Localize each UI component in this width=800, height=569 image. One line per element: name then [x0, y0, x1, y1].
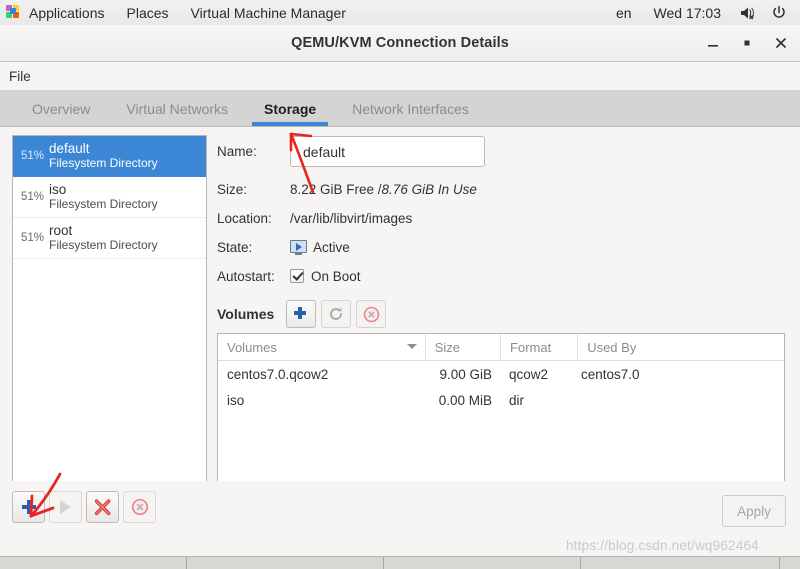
- cell-volume-used-by: centos7.0: [581, 366, 640, 382]
- size-inuse-text: 8.76 GiB In Use: [381, 181, 477, 197]
- size-free-text: 8.22 GiB Free /: [290, 181, 382, 197]
- add-pool-button[interactable]: [12, 491, 45, 523]
- plus-icon: [294, 307, 308, 321]
- state-label: State:: [217, 239, 253, 255]
- name-label: Name:: [217, 144, 257, 159]
- power-icon[interactable]: [764, 0, 794, 25]
- location-value: /var/lib/libvirt/images: [290, 210, 413, 226]
- plus-icon: [21, 500, 36, 514]
- delete-volume-button[interactable]: [356, 300, 387, 328]
- cell-volume-size: 0.00 MiB: [438, 392, 492, 408]
- delete-circle-icon: [363, 306, 380, 322]
- pool-list-item-default[interactable]: 51% default Filesystem Directory: [13, 136, 206, 177]
- desktop-taskbar: [0, 556, 800, 569]
- window-titlebar: QEMU/KVM Connection Details: [0, 25, 800, 62]
- start-pool-button[interactable]: [49, 491, 82, 523]
- menu-applications[interactable]: Applications: [18, 0, 116, 25]
- taskbar-segment[interactable]: [187, 557, 384, 569]
- autostart-value: On Boot: [311, 268, 361, 284]
- gnome-applications-icon[interactable]: [6, 4, 22, 21]
- pool-usage-percent: 51%: [21, 150, 45, 162]
- refresh-icon: [330, 307, 343, 320]
- stop-pool-button[interactable]: [86, 491, 119, 523]
- cell-volume-name: iso: [227, 392, 245, 408]
- tab-overview[interactable]: Overview: [14, 91, 108, 126]
- monitor-active-icon: [290, 239, 307, 255]
- pool-list-item-iso[interactable]: 51% iso Filesystem Directory: [13, 177, 206, 218]
- table-row[interactable]: iso 0.00 MiB dir: [218, 387, 784, 413]
- column-header-volumes[interactable]: Volumes: [218, 334, 426, 360]
- column-header-used-by[interactable]: Used By: [578, 334, 784, 360]
- pool-type: Filesystem Directory: [49, 237, 158, 252]
- pool-list-item-root[interactable]: 51% root Filesystem Directory: [13, 218, 206, 259]
- window-controls: [704, 25, 790, 61]
- sort-descending-icon: [406, 344, 417, 349]
- minimize-icon[interactable]: [704, 34, 722, 52]
- tab-storage[interactable]: Storage: [246, 91, 334, 126]
- delete-circle-icon: [131, 498, 148, 516]
- autostart-checkbox[interactable]: [290, 269, 304, 283]
- pool-name: root: [49, 223, 73, 239]
- state-row: State: Active: [217, 237, 787, 257]
- cell-volume-format: qcow2: [509, 366, 549, 382]
- close-icon[interactable]: [772, 34, 790, 52]
- storage-pool-list[interactable]: 51% default Filesystem Directory 51% iso…: [12, 135, 207, 507]
- menu-places[interactable]: Places: [116, 0, 180, 25]
- pool-type: Filesystem Directory: [49, 155, 158, 170]
- autostart-label: Autostart:: [217, 268, 275, 284]
- watermark-text: https://blog.csdn.net/wq962464: [566, 538, 759, 553]
- pool-toolbar: [12, 491, 160, 523]
- taskbar-segment[interactable]: [384, 557, 581, 569]
- apply-button[interactable]: Apply: [722, 495, 786, 527]
- volumes-table[interactable]: Volumes Size Format Used By centos7.0.qc…: [217, 333, 785, 505]
- red-x-icon: [94, 498, 111, 515]
- desktop-top-panel: Applications Places Virtual Machine Mana…: [0, 0, 800, 26]
- tab-network-interfaces[interactable]: Network Interfaces: [334, 91, 487, 126]
- volumes-title: Volumes: [217, 306, 275, 322]
- location-row: Location: /var/lib/libvirt/images: [217, 208, 787, 228]
- tabstrip: Overview Virtual Networks Storage Networ…: [0, 91, 800, 127]
- clock[interactable]: Wed 17:03: [643, 0, 732, 25]
- volumes-header: Volumes: [217, 299, 787, 329]
- pool-type: Filesystem Directory: [49, 196, 158, 211]
- pool-name: iso: [49, 182, 67, 198]
- window-title: QEMU/KVM Connection Details: [291, 35, 509, 51]
- pool-details-pane: Name: default Size: 8.22 GiB Free / 8.76…: [217, 135, 787, 505]
- maximize-icon[interactable]: [738, 34, 756, 52]
- tab-virtual-networks[interactable]: Virtual Networks: [108, 91, 246, 126]
- speaker-muted-icon[interactable]: [732, 0, 764, 25]
- pool-usage-percent: 51%: [21, 232, 45, 244]
- menu-file[interactable]: File: [0, 69, 40, 84]
- menu-virtual-machine-manager[interactable]: Virtual Machine Manager: [180, 0, 357, 25]
- state-value: Active: [313, 239, 350, 255]
- cell-volume-size: 9.00 GiB: [439, 366, 492, 382]
- top-panel-status-area: en Wed 17:03: [605, 0, 800, 25]
- taskbar-segment[interactable]: [581, 557, 780, 569]
- table-row[interactable]: centos7.0.qcow2 9.00 GiB qcow2 centos7.0: [218, 361, 784, 387]
- location-label: Location:: [217, 210, 272, 226]
- pool-usage-percent: 51%: [21, 191, 45, 203]
- autostart-row: Autostart: On Boot: [217, 266, 787, 286]
- volumes-table-header: Volumes Size Format Used By: [218, 334, 784, 361]
- pool-name: default: [49, 141, 90, 157]
- refresh-volumes-button[interactable]: [321, 300, 352, 328]
- menubar: File: [0, 62, 800, 91]
- name-row: Name: default: [217, 135, 787, 168]
- size-row: Size: 8.22 GiB Free / 8.76 GiB In Use: [217, 179, 787, 199]
- play-icon: [60, 500, 71, 514]
- connection-details-window: QEMU/KVM Connection Details File Overvie…: [0, 25, 800, 558]
- column-header-format[interactable]: Format: [501, 334, 579, 360]
- add-volume-button[interactable]: [286, 300, 317, 328]
- size-label: Size:: [217, 181, 248, 197]
- cell-volume-format: dir: [509, 392, 525, 408]
- size-value: 8.22 GiB Free / 8.76 GiB In Use: [290, 182, 477, 197]
- taskbar-segment[interactable]: [0, 557, 187, 569]
- delete-pool-button[interactable]: [123, 491, 156, 523]
- pool-name-input[interactable]: default: [290, 136, 485, 167]
- column-header-size[interactable]: Size: [426, 334, 502, 360]
- cell-volume-name: centos7.0.qcow2: [227, 366, 329, 382]
- keyboard-layout-indicator[interactable]: en: [605, 0, 643, 25]
